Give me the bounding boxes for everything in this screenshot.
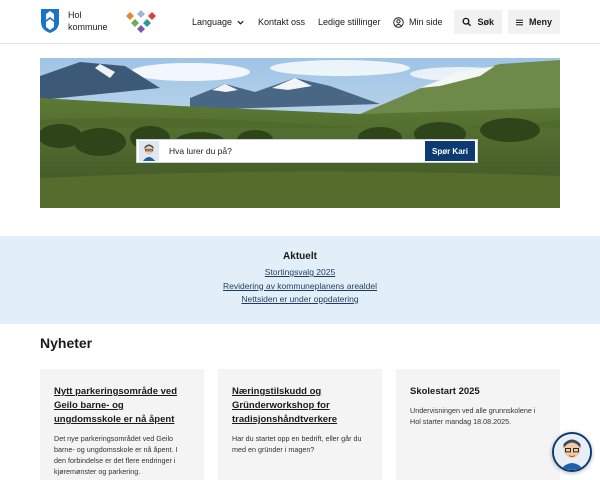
news-card-title[interactable]: Nytt parkeringsområde ved Geilo barne- o… — [54, 385, 190, 427]
news-card-title[interactable]: Skolestart 2025 — [410, 385, 546, 399]
hero-image — [40, 58, 560, 208]
site-header: Hol kommune Language Kontakt oss Ledige … — [0, 0, 600, 44]
menu-icon — [516, 19, 523, 25]
logo-line-2: kommune — [68, 22, 108, 32]
jobs-link[interactable]: Ledige stillinger — [318, 0, 381, 44]
contact-link[interactable]: Kontakt oss — [258, 0, 305, 44]
news-card-body: Undervisningen ved alle grunnskolene i H… — [410, 406, 536, 426]
logo-text: Hol kommune — [68, 9, 108, 33]
search-button[interactable]: Søk — [454, 10, 502, 34]
aktuelt-links: Stortingsvalg 2025 Revidering av kommune… — [0, 266, 600, 307]
news-card[interactable]: Skolestart 2025 Undervisningen ved alle … — [396, 369, 560, 480]
language-dropdown[interactable]: Language — [192, 0, 245, 44]
ask-kari-search-bar[interactable]: Hva lurer du på? Spør Kari — [136, 139, 478, 163]
aktuelt-link-website-update[interactable]: Nettsiden er under oppdatering — [0, 293, 600, 307]
chat-bot-button[interactable] — [552, 432, 592, 472]
search-label: Søk — [477, 17, 494, 27]
news-card-body: Har du startet opp en bedrift, eller går… — [232, 434, 362, 454]
menu-button[interactable]: Meny — [508, 10, 560, 34]
news-card-body: Det nye parkeringsområdet ved Geilo barn… — [54, 434, 178, 476]
news-card[interactable]: Nytt parkeringsområde ved Geilo barne- o… — [40, 369, 204, 480]
news-card-title[interactable]: Næringstilskudd og Gründerworkshop for t… — [232, 385, 368, 427]
my-page-label: Min side — [409, 17, 443, 27]
logo-line-1: Hol — [68, 10, 82, 20]
contact-label: Kontakt oss — [258, 17, 306, 27]
ask-kari-input[interactable]: Hva lurer du på? — [169, 146, 425, 156]
user-icon — [393, 16, 404, 28]
aktuelt-link-election[interactable]: Stortingsvalg 2025 — [0, 266, 600, 280]
home-logo-link[interactable]: Hol kommune — [40, 8, 108, 34]
kari-avatar-icon — [139, 141, 159, 161]
aktuelt-link-planning[interactable]: Revidering av kommuneplanens arealdel — [0, 280, 600, 294]
search-icon — [462, 17, 472, 27]
menu-label: Meny — [528, 17, 552, 27]
news-title: Nyheter — [40, 335, 93, 351]
language-label: Language — [192, 17, 233, 27]
aktuelt-title: Aktuelt — [283, 251, 317, 262]
chevron-down-icon — [237, 20, 244, 25]
aktuelt-section: Aktuelt Stortingsvalg 2025 Revidering av… — [0, 236, 600, 324]
chat-bot-icon — [554, 434, 590, 470]
hol-coat-of-arms-icon — [41, 9, 59, 33]
my-page-link[interactable]: Min side — [393, 0, 443, 44]
jobs-label: Ledige stillinger — [318, 17, 381, 27]
brand-diamonds-icon — [126, 10, 156, 33]
ask-kari-button[interactable]: Spør Kari — [425, 141, 475, 161]
news-card[interactable]: Næringstilskudd og Gründerworkshop for t… — [218, 369, 382, 480]
